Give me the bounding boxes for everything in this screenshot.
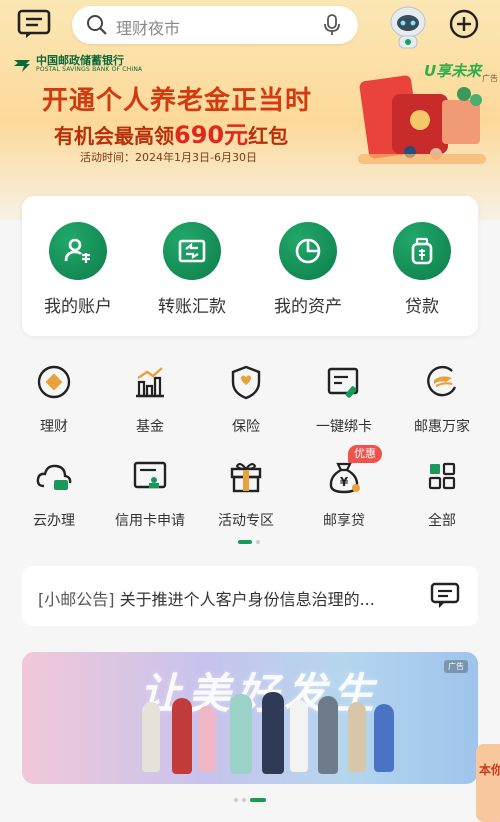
fund-chart-icon — [136, 367, 164, 398]
banner-period: 活动时间：2024年1月3日-6月30日 — [80, 151, 257, 164]
person-figure — [230, 694, 252, 774]
svg-text:¥: ¥ — [340, 475, 349, 489]
youhui-icon — [427, 365, 457, 397]
message-icon[interactable] — [430, 582, 460, 610]
robot-assistant-icon[interactable] — [384, 2, 432, 50]
search-bar[interactable]: 理财夜市 — [72, 6, 358, 44]
pager-dot-active — [250, 798, 266, 802]
floating-badge[interactable]: 本你 — [476, 744, 500, 822]
action-my-assets[interactable]: 我的资产 — [260, 222, 356, 317]
main-actions-card: 我的账户 转账汇款 我的资产 贷款 — [22, 196, 478, 336]
person-figure — [262, 692, 284, 774]
person-figure — [172, 698, 192, 774]
discount-badge: 优惠 — [348, 445, 382, 463]
gift-icon — [230, 463, 262, 493]
person-figure — [290, 700, 308, 772]
person-figure — [318, 696, 338, 774]
message-icon[interactable] — [16, 8, 52, 40]
pager-dot — [256, 540, 260, 544]
grid-item-insurance[interactable]: 保险 — [198, 362, 294, 436]
pager-dot — [234, 798, 238, 802]
bind-card-icon — [327, 367, 359, 398]
grid-item-youxiang-loan[interactable]: ¥ 邮享贷 — [296, 456, 392, 530]
action-my-account[interactable]: 我的账户 — [30, 222, 126, 317]
person-figure — [348, 702, 366, 772]
grid-item-wealth[interactable]: 理财 — [6, 362, 102, 436]
grid-item-credit-card[interactable]: 信用卡申请 — [102, 456, 198, 530]
banner-headline: 开通个人养老金正当时 — [42, 86, 313, 116]
grid-item-youhui[interactable]: 邮惠万家 — [394, 362, 490, 436]
search-icon — [87, 15, 107, 35]
pager-dot-active — [238, 540, 252, 544]
add-icon[interactable] — [448, 8, 480, 40]
top-banner[interactable]: 理财夜市 中国邮政储蓄银行 POSTAL SAVINGS BANK OF CHI… — [0, 0, 500, 220]
wealth-icon — [37, 365, 71, 399]
transfer-icon — [178, 239, 206, 263]
pager-dot — [242, 798, 246, 802]
action-transfer[interactable]: 转账汇款 — [144, 222, 240, 317]
search-input[interactable]: 理财夜市 — [116, 15, 180, 39]
banner-subline: 有机会最高领690元红包 — [54, 121, 289, 149]
cloud-icon — [36, 464, 72, 490]
grid-item-fund[interactable]: 基金 — [102, 362, 198, 436]
grid-item-bind-card[interactable]: 一键绑卡 — [296, 362, 392, 436]
bank-name-en: POSTAL SAVINGS BANK OF CHINA — [36, 66, 143, 73]
grid-item-cloud[interactable]: 云办理 — [6, 456, 102, 530]
insurance-shield-icon — [231, 365, 261, 400]
microphone-icon[interactable] — [322, 14, 342, 36]
person-figure — [198, 706, 216, 772]
account-icon — [64, 238, 90, 263]
loan-bag-icon — [411, 237, 433, 265]
notice-bar[interactable]: [小邮公告] 关于推进个人客户身份信息治理的... — [22, 566, 478, 626]
grid-item-activity[interactable]: 活动专区 — [198, 456, 294, 530]
action-loan[interactable]: 贷款 — [374, 222, 470, 317]
person-figure — [374, 704, 394, 772]
grid-pager — [0, 540, 500, 546]
banner-illustration — [358, 75, 486, 164]
grid-item-all[interactable]: 全部 — [394, 456, 490, 530]
notice-text[interactable]: [小邮公告] 关于推进个人客户身份信息治理的... — [38, 586, 375, 610]
person-figure — [142, 702, 160, 772]
bank-logo-icon — [14, 60, 30, 72]
credit-card-icon — [133, 461, 167, 489]
promo-ad-mark: 广告 — [444, 660, 468, 673]
assets-pie-icon — [295, 238, 321, 264]
all-grid-icon — [428, 462, 456, 490]
promo-banner[interactable]: 让美好发生 广告 — [22, 652, 478, 784]
